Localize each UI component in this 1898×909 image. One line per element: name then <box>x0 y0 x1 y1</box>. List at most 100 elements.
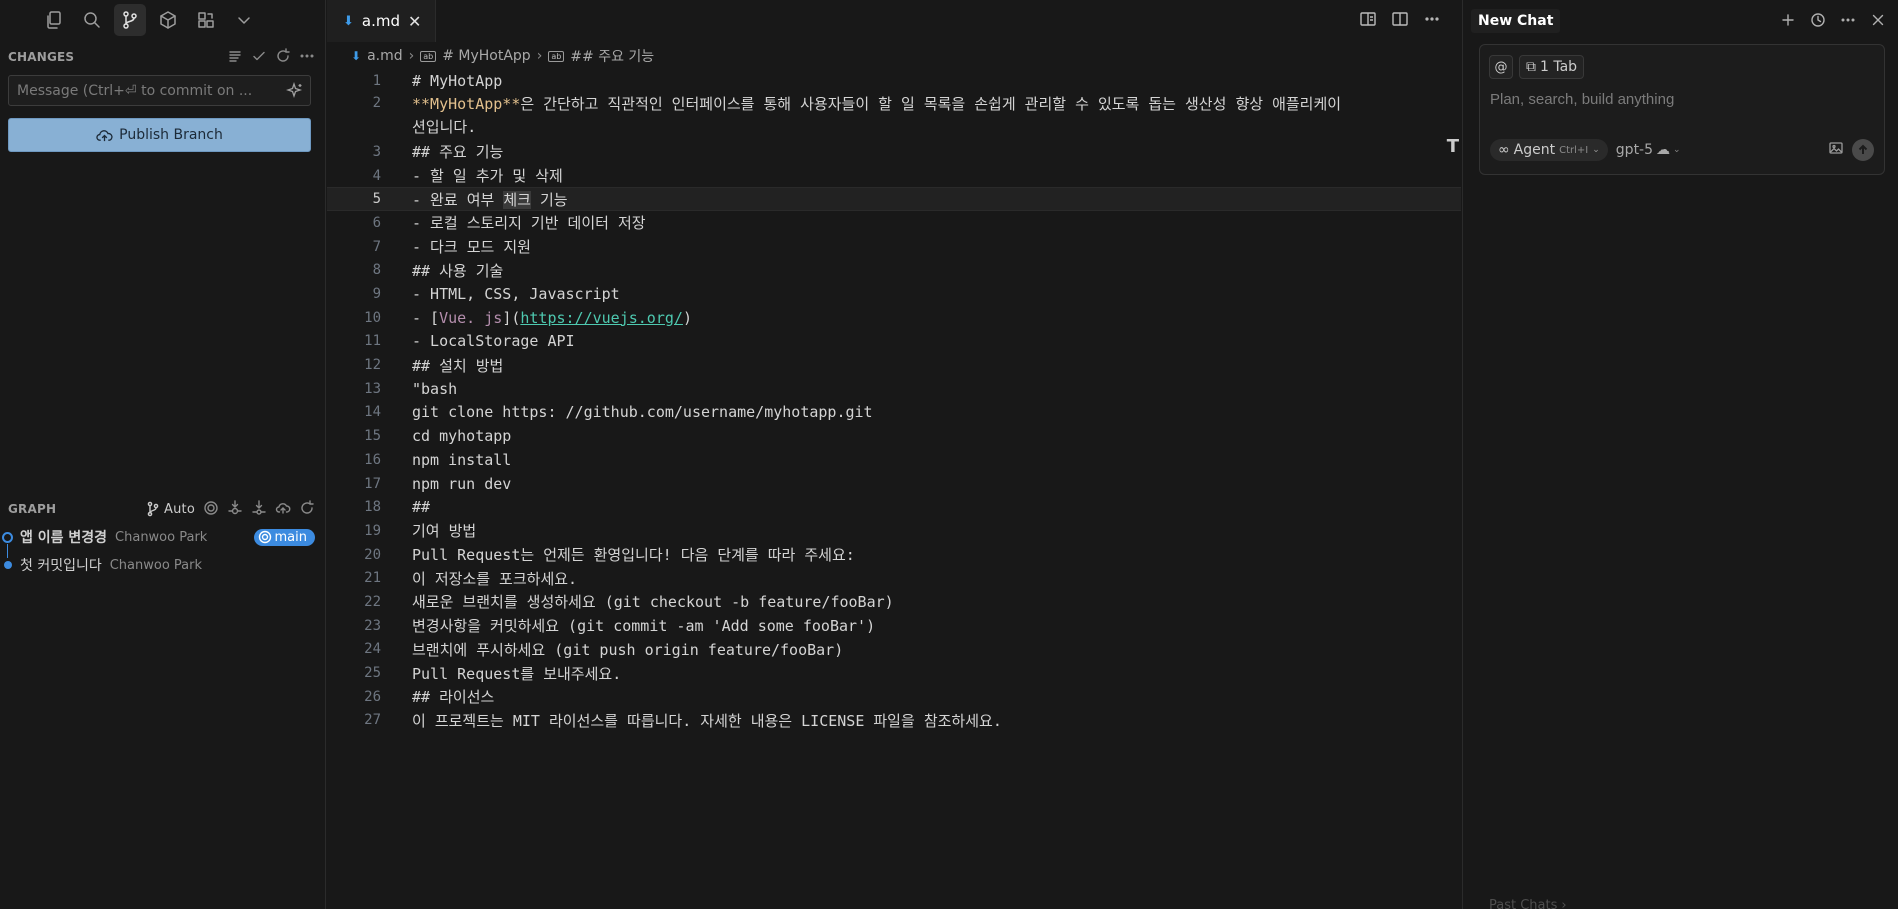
more-actions-icon[interactable] <box>299 48 315 67</box>
chevron-right-icon: › <box>1561 898 1567 909</box>
more-actions-icon[interactable] <box>1840 12 1856 32</box>
code-line[interactable]: 15 cd myhotapp <box>327 424 1461 448</box>
context-tab-chip[interactable]: ⧉ 1 Tab <box>1519 55 1585 79</box>
brain-icon: ☁ <box>1656 142 1671 158</box>
markdown-link-url[interactable]: https://vuejs.org/ <box>520 309 683 327</box>
code-line[interactable]: 17 npm run dev <box>327 472 1461 496</box>
line-text: - 완료 여부 체크 기능 <box>412 189 568 210</box>
code-line[interactable]: 27 이 프로젝트는 MIT 라이선스를 따릅니다. 자세한 내용은 LICENS… <box>327 709 1461 733</box>
code-view[interactable]: 1 # MyHotApp 2 **MyHotApp**은 간단하고 직관적인 인터페… <box>327 69 1461 732</box>
graph-commit-row[interactable]: 앱 이름 변경경 Chanwoo Park main <box>0 525 315 549</box>
current-code-line[interactable]: 5 - 완료 여부 체크 기능 <box>327 187 1461 212</box>
search-icon[interactable] <box>76 4 108 36</box>
send-button[interactable] <box>1852 139 1874 161</box>
breadcrumb-heading-2[interactable]: ## 주요 기능 <box>570 46 654 66</box>
history-icon[interactable] <box>1810 12 1826 32</box>
code-line[interactable]: 6 - 로컬 스토리지 기반 데이터 저장 <box>327 211 1461 235</box>
code-line[interactable]: 4 - 할 일 추가 및 삭제 <box>327 164 1461 188</box>
commit-author: Chanwoo Park <box>109 557 203 573</box>
code-line[interactable]: 8 ## 사용 기술 <box>327 259 1461 283</box>
push-cloud-icon[interactable] <box>275 500 291 519</box>
model-selector[interactable]: gpt-5 ☁ ⌄ <box>1616 142 1681 158</box>
code-line[interactable]: 1 # MyHotApp <box>327 69 1461 93</box>
graph-refresh-icon[interactable] <box>299 499 315 519</box>
close-icon[interactable]: ✕ <box>408 12 421 31</box>
source-control-icon[interactable] <box>114 4 146 36</box>
code-line[interactable]: 12 ## 설치 방법 <box>327 353 1461 377</box>
code-line[interactable]: 23 변경사항을 커밋하세요 (git commit -am 'Add some … <box>327 614 1461 638</box>
code-line[interactable]: 9 - HTML, CSS, Javascript <box>327 282 1461 306</box>
code-line[interactable]: 26 ## 라이선스 <box>327 685 1461 709</box>
line-number: 17 <box>364 475 381 492</box>
fetch-icon[interactable] <box>227 499 243 519</box>
code-line[interactable]: 18 ## <box>327 495 1461 519</box>
code-line[interactable]: 21 이 저장소를 포크하세요. <box>327 566 1461 590</box>
text-format-icon[interactable]: T <box>1447 136 1459 157</box>
code-line[interactable]: 11 - LocalStorage API <box>327 330 1461 354</box>
agent-mode-dropdown[interactable]: ∞ Agent Ctrl+I ⌄ <box>1490 139 1608 161</box>
target-icon[interactable] <box>203 500 219 519</box>
commit-check-icon[interactable] <box>251 48 267 67</box>
commit-message: 첫 커밋입니다 <box>20 558 102 574</box>
chat-composer: @ ⧉ 1 Tab ∞ Agent Ctrl+I ⌄ gpt-5 ☁ ⌄ <box>1479 44 1885 175</box>
code-line[interactable]: 2 **MyHotApp**은 간단하고 직관적인 인터페이스를 통해 사용자들이… <box>327 93 1461 140</box>
open-preview-icon[interactable] <box>1359 10 1377 32</box>
breadcrumb: ⬇ a.md › ab # MyHotApp › ab ## 주요 기능 <box>351 46 654 66</box>
word-highlight: 체크 <box>503 190 531 209</box>
view-as-list-icon[interactable] <box>227 48 243 67</box>
chat-input[interactable] <box>1490 91 1870 108</box>
branch-badge-main[interactable]: main <box>253 528 315 546</box>
line-text: **MyHotApp**은 간단하고 직관적인 인터페이스를 통해 사용자들이 … <box>412 93 1352 140</box>
line-text-part: ]( <box>502 308 521 327</box>
code-line[interactable]: 20 Pull Request는 언제든 환영입니다! 다음 단계를 따라 주세요… <box>327 543 1461 567</box>
chevron-down-icon: ⌄ <box>1592 145 1600 155</box>
mention-button[interactable]: @ <box>1489 55 1513 79</box>
graph-commit-row[interactable]: 첫 커밋입니다 Chanwoo Park <box>0 553 315 577</box>
chevron-down-icon[interactable] <box>228 4 260 36</box>
line-number: 27 <box>364 712 381 729</box>
tab-new-chat[interactable]: New Chat <box>1471 9 1561 33</box>
more-actions-icon[interactable] <box>1423 10 1441 32</box>
code-line[interactable]: 25 Pull Request를 보내주세요. <box>327 661 1461 685</box>
code-line[interactable]: 14 git clone https: //github.com/username… <box>327 401 1461 425</box>
line-number: 13 <box>364 380 381 397</box>
publish-branch-button[interactable]: Publish Branch <box>8 118 311 152</box>
line-number: 14 <box>364 404 381 421</box>
refresh-icon[interactable] <box>275 47 291 67</box>
chat-panel: New Chat @ ⧉ 1 Tab ∞ Agent Ctrl+I ⌄ gp <box>1462 0 1898 909</box>
extensions-cube-icon[interactable] <box>152 4 184 36</box>
breadcrumb-file[interactable]: a.md <box>367 48 403 64</box>
image-attach-icon[interactable] <box>1828 140 1844 160</box>
extensions-grid-icon[interactable] <box>190 4 222 36</box>
line-text: cd myhotapp <box>412 427 512 446</box>
code-line[interactable]: 3 ## 주요 기능 <box>327 140 1461 164</box>
code-line[interactable]: 22 새로운 브랜치를 생성하세요 (git checkout -b featur… <box>327 590 1461 614</box>
code-line[interactable]: 19 기여 방법 <box>327 519 1461 543</box>
line-number: 19 <box>364 522 381 539</box>
past-chats-toggle[interactable]: Past Chats › <box>1489 898 1567 909</box>
code-line[interactable]: 10 - [Vue. js](https://vuejs.org/) <box>327 306 1461 330</box>
pull-icon[interactable] <box>251 499 267 519</box>
code-line[interactable]: 24 브랜치에 푸시하세요 (git push origin feature/fo… <box>327 638 1461 662</box>
split-editor-icon[interactable] <box>1391 10 1409 32</box>
graph-section-header[interactable]: GRAPH Auto <box>8 498 315 520</box>
code-line[interactable]: 13 "bash <box>327 377 1461 401</box>
line-number: 11 <box>364 333 381 350</box>
generate-commit-message-sparkle-icon[interactable] <box>280 81 310 100</box>
commit-message-input[interactable] <box>9 82 280 99</box>
code-line[interactable]: 7 - 다크 모드 지원 <box>327 235 1461 259</box>
tab-a-md[interactable]: ⬇ a.md ✕ <box>327 0 437 42</box>
activity-bar <box>0 0 260 40</box>
plus-icon[interactable] <box>1780 12 1796 32</box>
line-text-part: ) <box>682 308 692 327</box>
line-number: 10 <box>364 309 381 326</box>
explorer-icon[interactable] <box>38 4 70 36</box>
code-line[interactable]: 16 npm install <box>327 448 1461 472</box>
changes-section-header[interactable]: CHANGES <box>8 46 315 68</box>
graph-auto-filter[interactable]: Auto <box>145 501 195 517</box>
line-text: ## 설치 방법 <box>412 356 504 375</box>
line-number: 15 <box>364 428 381 445</box>
close-icon[interactable] <box>1870 12 1886 32</box>
heading-symbol-icon: ab <box>548 50 565 62</box>
breadcrumb-heading-1[interactable]: # MyHotApp <box>442 48 530 64</box>
